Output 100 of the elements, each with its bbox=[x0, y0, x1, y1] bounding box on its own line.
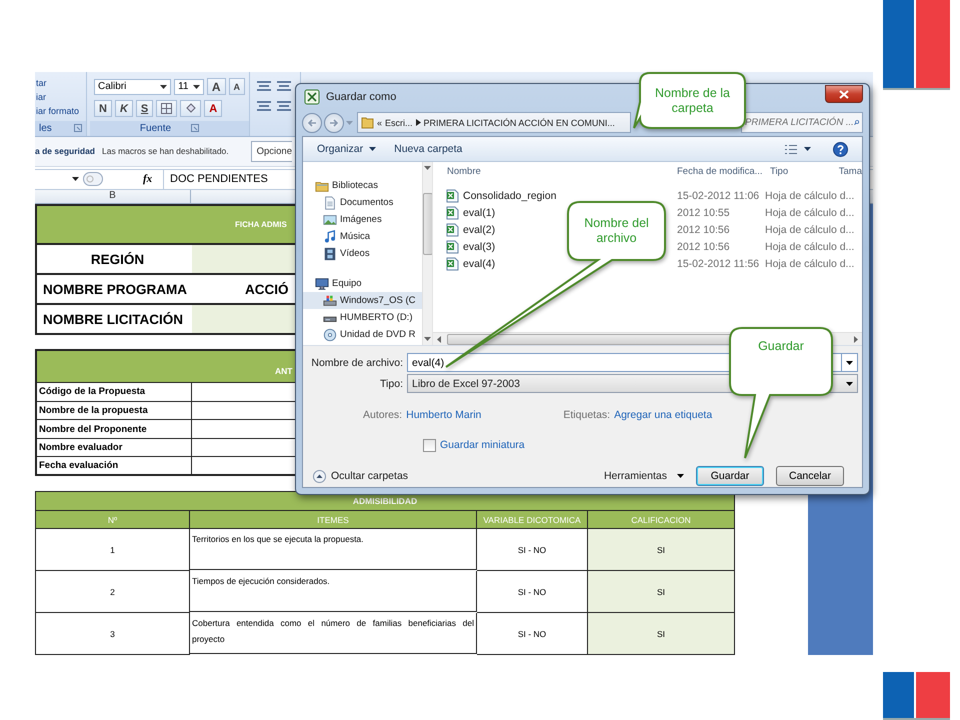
list-view-icon bbox=[784, 144, 798, 154]
file-date: 2012 10:56 bbox=[677, 224, 731, 236]
view-options-button[interactable] bbox=[784, 144, 811, 154]
caret-icon bbox=[846, 360, 853, 364]
back-button[interactable] bbox=[302, 112, 322, 133]
caret-icon bbox=[346, 120, 353, 125]
row-label: Nombre del Proponente bbox=[37, 420, 192, 438]
nav-item[interactable]: HUMBERTO (D:) bbox=[303, 309, 422, 326]
group-label: Fuente bbox=[140, 122, 172, 134]
nav-item[interactable]: Windows7_OS (C bbox=[303, 292, 422, 309]
authors-link[interactable]: Humberto Marin bbox=[406, 409, 482, 421]
hide-folders-button[interactable]: Ocultar carpetas bbox=[313, 470, 408, 482]
italic-button[interactable]: K bbox=[114, 100, 133, 117]
file-type: Hoja de cálculo d... bbox=[765, 224, 856, 236]
ribbon-command[interactable]: iar bbox=[36, 92, 86, 102]
ribbon-command[interactable]: iar formato bbox=[36, 106, 86, 116]
scrollbar[interactable] bbox=[422, 162, 432, 345]
borders-button[interactable] bbox=[156, 100, 178, 117]
nav-item[interactable]: Música bbox=[303, 228, 422, 245]
tags-link[interactable]: Agregar una etiqueta bbox=[614, 409, 712, 421]
table-cell: SI bbox=[588, 529, 735, 571]
caret-icon bbox=[424, 337, 431, 341]
section-title: ADMISIBILIDAD bbox=[352, 496, 418, 506]
align-icon[interactable] bbox=[276, 80, 292, 92]
dialog-launcher-icon[interactable] bbox=[191, 124, 200, 132]
close-button[interactable] bbox=[825, 85, 863, 103]
disc-icon bbox=[323, 328, 337, 342]
field-label: Nombre de archivo: bbox=[310, 356, 404, 368]
grid-icon bbox=[161, 103, 172, 114]
checkbox[interactable] bbox=[423, 438, 436, 452]
nav-item[interactable]: Documentos bbox=[303, 194, 422, 211]
align-icon[interactable] bbox=[276, 100, 292, 112]
picture-icon bbox=[323, 212, 337, 226]
sheet-title: FICHA ADMIS bbox=[235, 220, 287, 230]
chevron-icon bbox=[416, 119, 421, 126]
formula-content: DOC PENDIENTES bbox=[170, 173, 268, 186]
breadcrumb[interactable]: Escri... bbox=[385, 118, 413, 128]
options-button[interactable]: Opcione bbox=[250, 140, 292, 162]
row-label: Nombre de la propuesta bbox=[37, 402, 192, 420]
file-type: Hoja de cálculo d... bbox=[765, 206, 856, 218]
callout-text: Guardar bbox=[758, 338, 804, 354]
help-icon[interactable] bbox=[833, 142, 848, 156]
field-label: Tipo: bbox=[379, 378, 404, 390]
column-header[interactable]: Tipo bbox=[765, 166, 839, 176]
breadcrumb-overflow[interactable]: « bbox=[377, 118, 382, 128]
bold-button[interactable]: N bbox=[94, 100, 112, 117]
forward-button[interactable] bbox=[324, 112, 344, 133]
callout-text: Nombre del archivo bbox=[583, 216, 650, 246]
file-name: Consolidado_region bbox=[463, 190, 556, 202]
column-header[interactable]: Tama bbox=[838, 166, 862, 176]
callout-text: Nombre de la carpeta bbox=[654, 86, 732, 116]
toolbar-button[interactable]: Nueva carpeta bbox=[394, 143, 462, 155]
function-label[interactable]: fx bbox=[143, 173, 163, 186]
grow-font-button[interactable]: A bbox=[206, 78, 226, 95]
shrink-font-button[interactable]: A bbox=[228, 78, 245, 95]
drive-icon bbox=[323, 294, 337, 308]
font-name-dropdown[interactable]: Calibri bbox=[94, 78, 172, 94]
nav-item[interactable]: Equipo bbox=[303, 275, 422, 292]
folder-icon bbox=[361, 116, 374, 130]
spreadsheet-file-icon bbox=[446, 188, 459, 202]
right-arrow-icon bbox=[329, 118, 339, 128]
cell-value: ACCIÓ bbox=[245, 282, 288, 297]
caret-icon bbox=[72, 177, 79, 182]
font-color-button[interactable]: A bbox=[204, 100, 222, 117]
music-note-icon bbox=[323, 230, 337, 244]
window-title: Guardar como bbox=[326, 90, 396, 103]
file-date: 15-02-2012 11:06 bbox=[677, 190, 760, 202]
nav-item[interactable]: Vídeos bbox=[303, 245, 422, 262]
breadcrumb[interactable]: PRIMERA LICITACIÓN ACCIÓN EN COMUNI... bbox=[424, 118, 615, 128]
field-label: Autores: bbox=[363, 409, 402, 421]
column-header[interactable]: B bbox=[35, 190, 191, 204]
address-bar[interactable]: « Escri... PRIMERA LICITACIÓN ACCIÓN EN COMUNI... bbox=[357, 112, 631, 134]
file-date: 2012 10:56 bbox=[677, 240, 731, 252]
column-header[interactable]: Fecha de modifica... bbox=[677, 166, 765, 176]
nav-item[interactable]: Imágenes bbox=[303, 211, 422, 228]
file-type: Hoja de cálculo d... bbox=[765, 258, 856, 270]
ribbon-command[interactable]: tar bbox=[36, 78, 86, 88]
column-header[interactable]: Nombre bbox=[433, 166, 677, 176]
font-size-dropdown[interactable]: 11 bbox=[174, 78, 204, 94]
nav-item[interactable]: Bibliotecas bbox=[303, 177, 422, 194]
search-field[interactable]: PRIMERA LICITACIÓN ... bbox=[741, 112, 863, 134]
align-icon[interactable] bbox=[256, 80, 272, 92]
file-name: eval(1) bbox=[463, 206, 496, 218]
checkbox-label[interactable]: Guardar miniatura bbox=[440, 439, 525, 451]
tools-button[interactable]: Herramientas bbox=[604, 470, 684, 482]
save-button[interactable]: Guardar bbox=[696, 466, 764, 486]
dialog-launcher-icon[interactable] bbox=[74, 124, 82, 132]
cancel-button[interactable]: Cancelar bbox=[776, 466, 844, 486]
spreadsheet-file-icon bbox=[446, 206, 459, 220]
file-name: eval(2) bbox=[463, 224, 496, 236]
dropdown-button[interactable] bbox=[842, 353, 858, 372]
toolbar-button[interactable]: Organizar bbox=[317, 143, 376, 155]
nav-item[interactable]: Unidad de DVD R bbox=[303, 326, 422, 343]
row-label: NOMBRE LICITACIÓN bbox=[42, 310, 184, 329]
align-icon[interactable] bbox=[256, 100, 272, 112]
fill-color-button[interactable] bbox=[180, 100, 202, 117]
column-heading: ITEMES bbox=[190, 511, 477, 529]
file-type: Hoja de cálculo d... bbox=[765, 190, 856, 202]
caret-icon bbox=[846, 382, 853, 386]
underline-button[interactable]: S bbox=[136, 100, 154, 117]
